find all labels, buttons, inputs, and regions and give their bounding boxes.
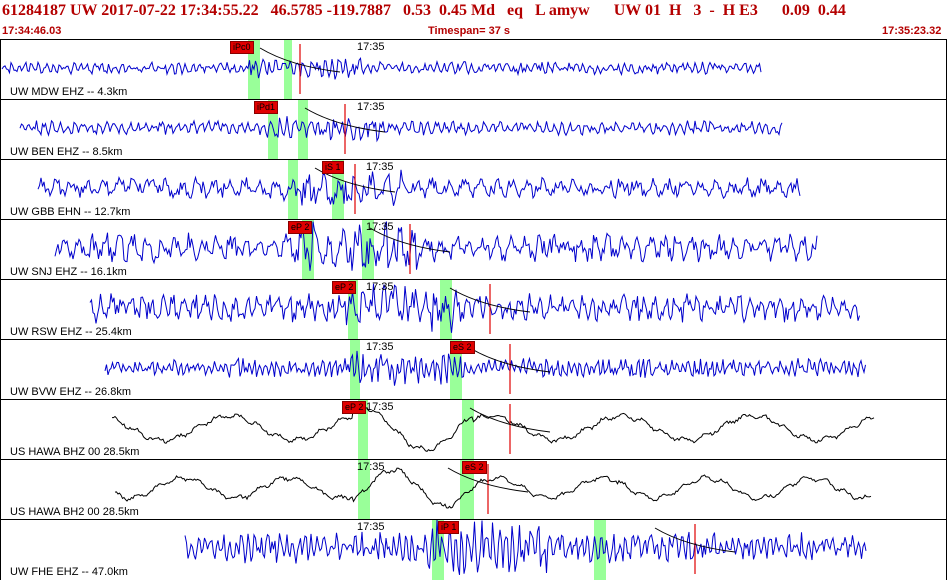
time-tick-label: 17:35 <box>357 41 385 53</box>
phase-window <box>288 160 298 220</box>
time-tick-label: 17:35 <box>366 221 394 233</box>
trace-panel[interactable]: iPc0 17:35 UW MDW EHZ -- 4.3km <box>0 39 947 100</box>
waveform-line <box>37 169 801 206</box>
waveform-svg <box>112 400 875 460</box>
station-label: UW BEN EHZ -- 8.5km <box>10 146 123 158</box>
event-summary: 61284187 UW 2017-07-22 17:34:55.22 46.57… <box>2 2 846 19</box>
trace-panel[interactable]: iPd1 17:35 UW BEN EHZ -- 8.5km <box>0 99 947 160</box>
trace-panel[interactable]: eS 2 17:35 UW BVW EHZ -- 26.8km <box>0 339 947 400</box>
station-label: UW GBB EHN -- 12.7km <box>10 206 131 218</box>
station-label: UW FHE EHZ -- 47.0km <box>10 566 128 578</box>
waveform-svg <box>89 280 860 340</box>
waveform-svg <box>1 40 762 100</box>
waveform-line <box>184 520 867 575</box>
time-tick-label: 17:35 <box>357 521 385 533</box>
station-label: US HAWA BH2 00 28.5km <box>10 506 139 518</box>
trace-panel[interactable]: eP 2 17:35 UW RSW EHZ -- 25.4km <box>0 279 947 340</box>
trace-panel[interactable]: eS 2 17:35 US HAWA BH2 00 28.5km <box>0 459 947 520</box>
waveform-svg <box>37 160 801 220</box>
waveform-line <box>1 57 762 80</box>
time-tick-label: 17:35 <box>357 461 385 473</box>
time-tick-label: 17:35 <box>366 281 394 293</box>
trace-panel[interactable]: eP 2 17:35 US HAWA BHZ 00 28.5km <box>0 399 947 460</box>
event-header: 61284187 UW 2017-07-22 17:34:55.22 46.57… <box>0 0 947 37</box>
time-tick-label: 17:35 <box>366 401 394 413</box>
waveform-svg <box>54 220 818 280</box>
pick-label[interactable]: iPc0 <box>230 41 254 54</box>
start-time: 17:34:46.03 <box>2 25 62 37</box>
trace-panel[interactable]: eP 2 17:35 UW SNJ EHZ -- 16.1km <box>0 219 947 280</box>
pick-label[interactable]: eP 2 <box>288 221 313 234</box>
trace-panel[interactable]: iP 1 17:35 UW FHE EHZ -- 47.0km <box>0 519 947 580</box>
waveform-line <box>54 221 818 271</box>
phase-window <box>284 40 292 100</box>
waveform-svg <box>184 520 867 580</box>
station-label: UW MDW EHZ -- 4.3km <box>10 86 128 98</box>
timespan-label: Timespan= 37 s <box>428 25 511 37</box>
waveform-line <box>19 116 783 143</box>
station-label: UW SNJ EHZ -- 16.1km <box>10 266 127 278</box>
pick-label[interactable]: eS 2 <box>450 341 475 354</box>
pick-label[interactable]: iP 1 <box>438 521 460 534</box>
end-time: 17:35:23.32 <box>882 25 942 37</box>
station-label: UW BVW EHZ -- 26.8km <box>10 386 132 398</box>
time-tick-label: 17:35 <box>366 161 394 173</box>
station-label: US HAWA BHZ 00 28.5km <box>10 446 140 458</box>
trace-panel[interactable]: iS 1 17:35 UW GBB EHN -- 12.7km <box>0 159 947 220</box>
pick-label[interactable]: iPd1 <box>254 101 279 114</box>
pick-label[interactable]: eP 2 <box>342 401 367 414</box>
pick-label[interactable]: iS 1 <box>322 161 344 174</box>
waveform-line <box>89 283 860 333</box>
seismogram-panels[interactable]: iPc0 17:35 UW MDW EHZ -- 4.3km iPd1 17:35 UW … <box>0 39 947 580</box>
time-tick-label: 17:35 <box>366 341 394 353</box>
pick-label[interactable]: eP 2 <box>332 281 357 294</box>
station-label: UW RSW EHZ -- 25.4km <box>10 326 132 338</box>
waveform-line <box>114 467 872 509</box>
pick-label[interactable]: eS 2 <box>462 461 487 474</box>
waveform-line <box>112 403 875 452</box>
waveform-svg <box>19 100 783 160</box>
time-tick-label: 17:35 <box>357 101 385 113</box>
